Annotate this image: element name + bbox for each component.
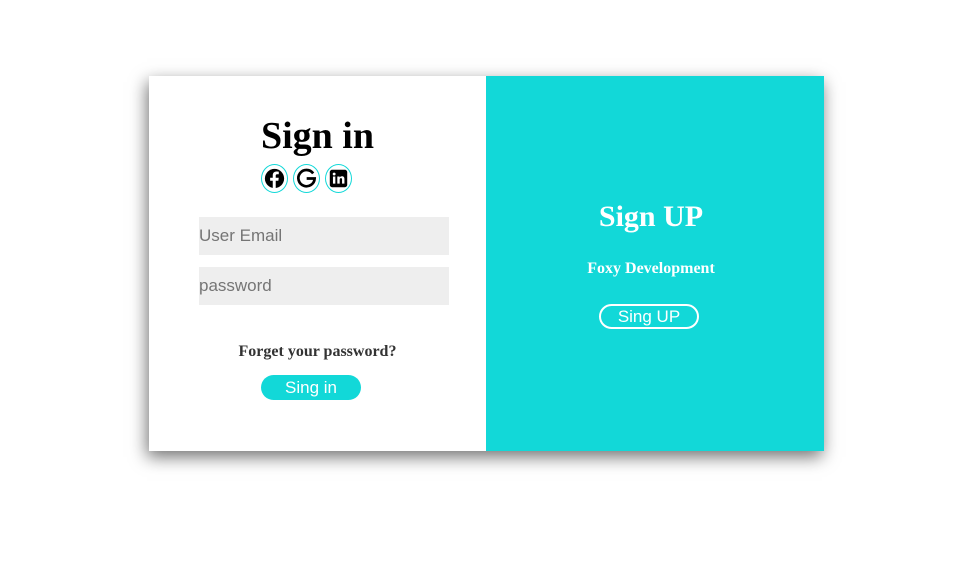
- facebook-login-button[interactable]: [261, 164, 288, 193]
- signin-panel: Sign in User Email Forget your password?…: [149, 76, 486, 451]
- google-icon: [297, 168, 317, 188]
- auth-card: Sign in User Email Forget your password?…: [149, 76, 824, 451]
- email-field[interactable]: [199, 217, 449, 255]
- linkedin-icon: [329, 169, 348, 188]
- signup-subtitle: Foxy Development: [587, 260, 715, 277]
- google-login-button[interactable]: [293, 164, 320, 193]
- signin-button[interactable]: Sing in: [261, 375, 361, 400]
- signup-title: Sign UP: [598, 200, 704, 233]
- social-login-group: [261, 164, 352, 193]
- linkedin-login-button[interactable]: [325, 164, 352, 193]
- password-field[interactable]: [199, 267, 449, 305]
- signin-title: Sign in: [260, 115, 375, 157]
- forgot-password-link[interactable]: Forget your password?: [149, 342, 486, 362]
- signup-panel: Sign UP Foxy Development Sing UP: [486, 76, 824, 451]
- signup-button[interactable]: Sing UP: [599, 304, 699, 329]
- facebook-icon: [264, 168, 285, 189]
